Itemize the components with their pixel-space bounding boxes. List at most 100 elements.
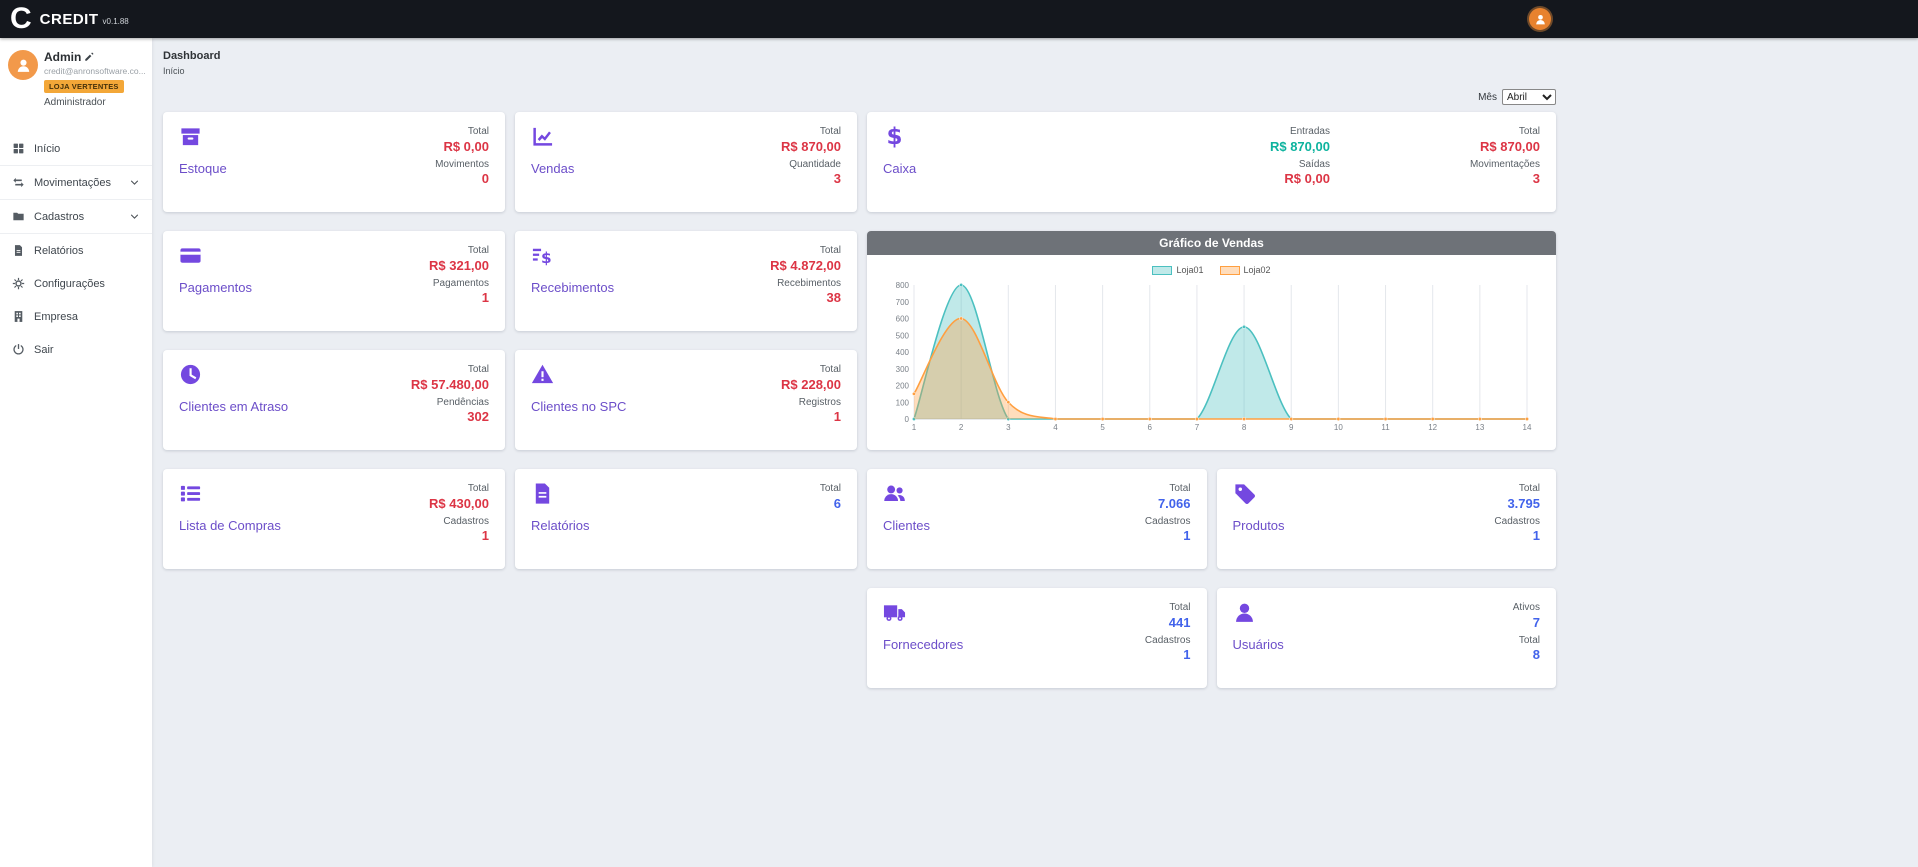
card-title-link[interactable]: Pagamentos: [179, 280, 252, 295]
stat-label: Cadastros: [1494, 515, 1540, 529]
stat-label: Movimentações: [1470, 158, 1540, 172]
card-title-link[interactable]: Clientes no SPC: [531, 399, 626, 414]
sidebar-item-movimentacoes[interactable]: Movimentações: [0, 165, 152, 199]
card-title-link[interactable]: Lista de Compras: [179, 518, 281, 533]
stat-value: R$ 870,00: [781, 139, 841, 155]
card-usuarios: Usuários Ativos7 Total8: [1217, 588, 1557, 688]
sidebar-item-cadastros[interactable]: Cadastros: [0, 199, 152, 234]
svg-text:$: $: [541, 249, 552, 267]
gear-icon: [12, 277, 25, 290]
month-select[interactable]: Abril: [1502, 89, 1556, 105]
sidebar: Admin credit@anronsoftware.co... LOJA VE…: [0, 38, 152, 867]
stat-value: R$ 870,00: [1270, 139, 1330, 155]
stat-label: Total: [820, 482, 841, 496]
user-email: credit@anronsoftware.co...: [44, 66, 146, 76]
edit-pencil-icon[interactable]: [84, 52, 94, 62]
chart-title: Gráfico de Vendas: [867, 231, 1556, 255]
sidebar-menu: Início Movimentações Cadastros Relatório…: [0, 132, 152, 366]
svg-text:1: 1: [912, 423, 917, 432]
stat-label: Total: [468, 482, 489, 496]
card-title-link[interactable]: Estoque: [179, 161, 227, 176]
svg-text:300: 300: [896, 365, 910, 374]
sidebar-item-inicio[interactable]: Início: [0, 132, 152, 165]
user-avatar[interactable]: [8, 50, 38, 80]
card-title-link[interactable]: Clientes em Atraso: [179, 399, 288, 414]
stat-value: R$ 228,00: [781, 377, 841, 393]
svg-text:2: 2: [959, 423, 964, 432]
sidebar-item-configuracoes[interactable]: Configurações: [0, 267, 152, 300]
sidebar-item-label: Movimentações: [34, 177, 111, 189]
building-icon: [12, 310, 25, 323]
svg-text:600: 600: [896, 315, 910, 324]
dashboard-grid: Estoque TotalR$ 0,00 Movimentos0 Vendas …: [163, 112, 1556, 688]
stat-value: 6: [834, 496, 841, 512]
legend-swatch: [1220, 266, 1240, 275]
card-clientes-no-spc: Clientes no SPC TotalR$ 228,00 Registros…: [515, 350, 857, 450]
truck-icon: [883, 601, 906, 624]
svg-text:7: 7: [1195, 423, 1200, 432]
stat-value: R$ 57.480,00: [411, 377, 489, 393]
stat-label: Total: [1519, 634, 1540, 648]
stat-label: Quantidade: [789, 158, 841, 172]
chart-line-icon: [531, 125, 554, 148]
folder-icon: [12, 210, 25, 223]
warning-icon: [531, 363, 554, 386]
sidebar-item-label: Empresa: [34, 311, 78, 323]
legend-item[interactable]: Loja01: [1152, 265, 1203, 275]
svg-text:800: 800: [896, 281, 910, 290]
users-icon: [883, 482, 906, 505]
card-title-link[interactable]: Recebimentos: [531, 280, 614, 295]
svg-text:700: 700: [896, 298, 910, 307]
sidebar-item-empresa[interactable]: Empresa: [0, 300, 152, 333]
stat-label: Total: [468, 125, 489, 139]
svg-text:0: 0: [905, 415, 910, 424]
sidebar-item-sair[interactable]: Sair: [0, 333, 152, 366]
card-fornecedores: Fornecedores Total441 Cadastros1: [867, 588, 1207, 688]
stat-value: R$ 870,00: [1480, 139, 1540, 155]
tag-icon: [1233, 482, 1256, 505]
stat-label: Total: [820, 125, 841, 139]
svg-text:400: 400: [896, 348, 910, 357]
credit-card-icon: [179, 244, 202, 267]
stat-value: 3: [1533, 171, 1540, 187]
sidebar-item-label: Configurações: [34, 278, 105, 290]
stat-value: 3: [834, 171, 841, 187]
card-title-link[interactable]: Vendas: [531, 161, 574, 176]
svg-text:8: 8: [1242, 423, 1247, 432]
stat-label: Total: [1519, 125, 1540, 139]
app-name: CREDIT: [40, 11, 99, 28]
legend-item[interactable]: Loja02: [1220, 265, 1271, 275]
month-filter: Mês Abril: [163, 89, 1556, 105]
money-receive-icon: $: [531, 244, 554, 267]
list-icon: [179, 482, 202, 505]
stat-label: Total: [1169, 601, 1190, 615]
card-title-link[interactable]: Clientes: [883, 518, 930, 533]
card-title-link[interactable]: Usuários: [1233, 637, 1284, 652]
stat-label: Total: [820, 244, 841, 258]
card-title-link[interactable]: Caixa: [883, 161, 916, 176]
card-vendas: Vendas TotalR$ 870,00 Quantidade3: [515, 112, 857, 212]
month-filter-label: Mês: [1478, 92, 1497, 103]
main-content: Dashboard Início Mês Abril Estoque Total…: [152, 38, 1918, 867]
card-lista-de-compras: Lista de Compras TotalR$ 430,00 Cadastro…: [163, 469, 505, 569]
stat-label: Pendências: [437, 396, 489, 410]
topbar-avatar[interactable]: [1529, 8, 1551, 30]
card-title-link[interactable]: Produtos: [1233, 518, 1285, 533]
user-icon: [1233, 601, 1256, 624]
card-recebimentos: $ Recebimentos TotalR$ 4.872,00 Recebime…: [515, 231, 857, 331]
svg-text:500: 500: [896, 331, 910, 340]
store-badge: LOJA VERTENTES: [44, 80, 124, 93]
stat-label: Total: [468, 244, 489, 258]
card-produtos: Produtos Total3.795 Cadastros1: [1217, 469, 1557, 569]
file-icon: [12, 244, 25, 257]
sidebar-item-relatorios[interactable]: Relatórios: [0, 234, 152, 267]
file-icon: [531, 482, 554, 505]
stat-label: Cadastros: [1145, 634, 1191, 648]
right-column: $ Caixa EntradasR$ 870,00 SaídasR$ 0,00 …: [867, 112, 1556, 688]
stat-label: Entradas: [1290, 125, 1330, 139]
stat-value: 1: [1183, 647, 1190, 663]
chart-legend: Loja01 Loja02: [1152, 263, 1270, 277]
breadcrumb: Início: [163, 66, 1918, 76]
card-title-link[interactable]: Fornecedores: [883, 637, 963, 652]
card-title-link[interactable]: Relatórios: [531, 518, 590, 533]
